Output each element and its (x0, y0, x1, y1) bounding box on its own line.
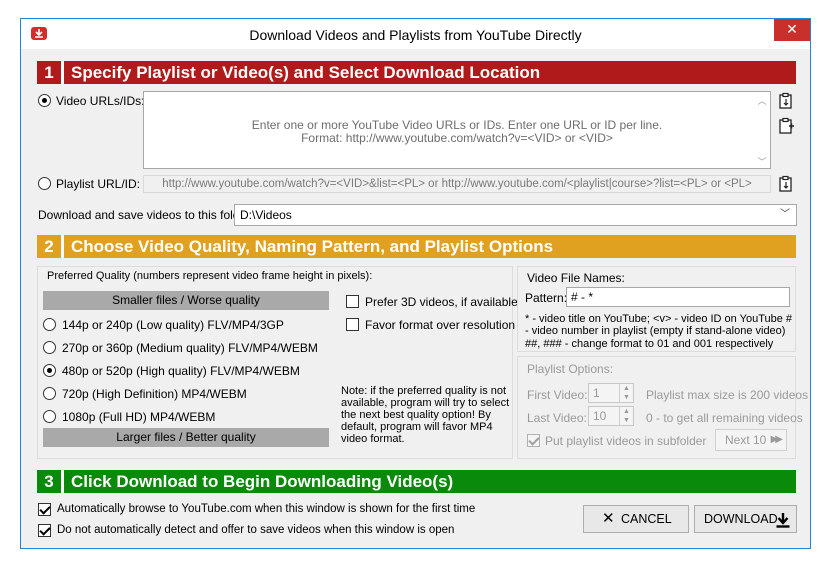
no-detect-label: Do not automatically detect and offer to… (57, 524, 455, 536)
max-size-text: Playlist max size is 200 videos (646, 388, 809, 402)
video-urls-label: Video URLs/IDs: (56, 94, 145, 108)
quality-radio-270p[interactable] (43, 341, 56, 354)
folder-label: Download and save videos to this folder: (38, 208, 254, 222)
pattern-input[interactable]: # - * (566, 287, 790, 307)
close-button[interactable]: ✕ (774, 19, 810, 41)
paste-icon[interactable] (777, 92, 795, 110)
video-urls-placeholder: Enter one or more YouTube Video URLs or … (144, 119, 770, 145)
smaller-files-bar: Smaller files / Worse quality (43, 291, 329, 310)
downloader-window: Download Videos and Playlists from YouTu… (20, 18, 811, 549)
next-10-label: Next 10 (725, 433, 767, 447)
download-arrow-icon (775, 511, 791, 537)
section1-number: 1 (44, 63, 54, 82)
paste-playlist-icon[interactable] (777, 175, 795, 193)
scroll-down-arrow[interactable]: ﹀ (755, 155, 769, 167)
playlist-url-input[interactable]: http://www.youtube.com/watch?v=<VID>&lis… (143, 175, 771, 193)
first-video-value: 1 (593, 386, 600, 400)
file-names-legend: Video File Names: (525, 271, 627, 285)
prefer-3d-label: Prefer 3D videos, if available (365, 295, 518, 309)
favor-format-label: Favor format over resolution (365, 318, 516, 332)
spinner-arrows-icon[interactable]: ▲ ▼ (619, 407, 633, 425)
quality-option-720p: 720p (High Definition) MP4/WEBM (62, 387, 247, 401)
quality-option-270p: 270p or 360p (Medium quality) FLV/MP4/WE… (62, 341, 318, 355)
first-video-spinner[interactable]: 1 ▲ ▼ (588, 383, 634, 403)
quality-radio-144p[interactable] (43, 318, 56, 331)
pattern-help: * - video title on YouTube; <v> - video … (525, 313, 793, 350)
video-urls-radio[interactable] (38, 94, 51, 107)
cancel-label: CANCEL (621, 512, 672, 526)
last-video-label: Last Video: (527, 411, 587, 425)
first-video-label: First Video: (527, 388, 588, 402)
folder-value: D:\Videos (240, 208, 292, 222)
playlist-options-legend: Playlist Options: (525, 362, 616, 376)
last-video-spinner[interactable]: 10 ▲ ▼ (588, 406, 634, 426)
window-title: Download Videos and Playlists from YouTu… (249, 27, 582, 43)
section3-title: Click Download to Begin Downloading Vide… (71, 472, 454, 491)
pattern-label: Pattern: (525, 291, 568, 305)
quality-option-144p: 144p or 240p (Low quality) FLV/MP4/3GP (62, 318, 284, 332)
section3-number: 3 (44, 472, 54, 491)
playlist-radio[interactable] (38, 177, 51, 190)
prefer-3d-checkbox[interactable] (346, 295, 359, 308)
quality-option-480p: 480p or 520p (High quality) FLV/MP4/WEBM (62, 364, 300, 378)
playlist-label: Playlist URL/ID: (56, 177, 141, 191)
quality-note: Note: if the preferred quality is not av… (341, 385, 510, 445)
quality-radio-720p[interactable] (43, 387, 56, 400)
chevron-down-icon: ﹀ (780, 209, 790, 220)
quality-option-1080p: 1080p (Full HD) MP4/WEBM (62, 410, 216, 424)
fast-forward-icon: ▶▶ (770, 434, 784, 445)
auto-browse-label: Automatically browse to YouTube.com when… (57, 503, 476, 515)
no-detect-checkbox[interactable] (38, 524, 51, 537)
subfolder-checkbox[interactable] (527, 434, 540, 447)
download-label: DOWNLOAD (704, 512, 778, 526)
scroll-up-arrow[interactable]: ︿ (755, 94, 769, 106)
quality-radio-480p[interactable] (43, 364, 56, 377)
larger-files-bar: Larger files / Better quality (43, 428, 329, 447)
paste-add-icon[interactable] (777, 117, 795, 135)
quality-radio-1080p[interactable] (43, 410, 56, 423)
spinner-arrows-icon[interactable]: ▲ ▼ (619, 384, 633, 402)
download-button[interactable]: DOWNLOAD (694, 505, 797, 533)
section2-title: Choose Video Quality, Naming Pattern, an… (71, 237, 554, 256)
video-urls-textarea[interactable]: Enter one or more YouTube Video URLs or … (143, 91, 771, 169)
favor-format-checkbox[interactable] (346, 318, 359, 331)
section1-header: 1 Specify Playlist or Video(s) and Selec… (37, 61, 796, 84)
section2-number: 2 (44, 237, 54, 256)
last-video-value: 10 (593, 409, 607, 423)
subfolder-label: Put playlist videos in subfolder (545, 434, 707, 448)
title-bar: Download Videos and Playlists from YouTu… (21, 19, 810, 49)
auto-browse-checkbox[interactable] (38, 503, 51, 516)
folder-select[interactable]: D:\Videos ﹀ (234, 204, 797, 226)
placeholder-line-2: Format: http://www.youtube.com/watch?v=<… (301, 131, 613, 145)
cancel-button[interactable]: ✕ CANCEL (583, 505, 689, 533)
next-10-button[interactable]: Next 10 ▶▶ (715, 429, 787, 451)
close-x-icon: ✕ (602, 510, 615, 527)
section2-header: 2 Choose Video Quality, Naming Pattern, … (37, 235, 796, 258)
last-video-hint: 0 - to get all remaining videos (646, 411, 803, 425)
section3-header: 3 Click Download to Begin Downloading Vi… (37, 470, 796, 493)
quality-legend: Preferred Quality (numbers represent vid… (45, 270, 375, 282)
section1-title: Specify Playlist or Video(s) and Select … (71, 63, 541, 82)
